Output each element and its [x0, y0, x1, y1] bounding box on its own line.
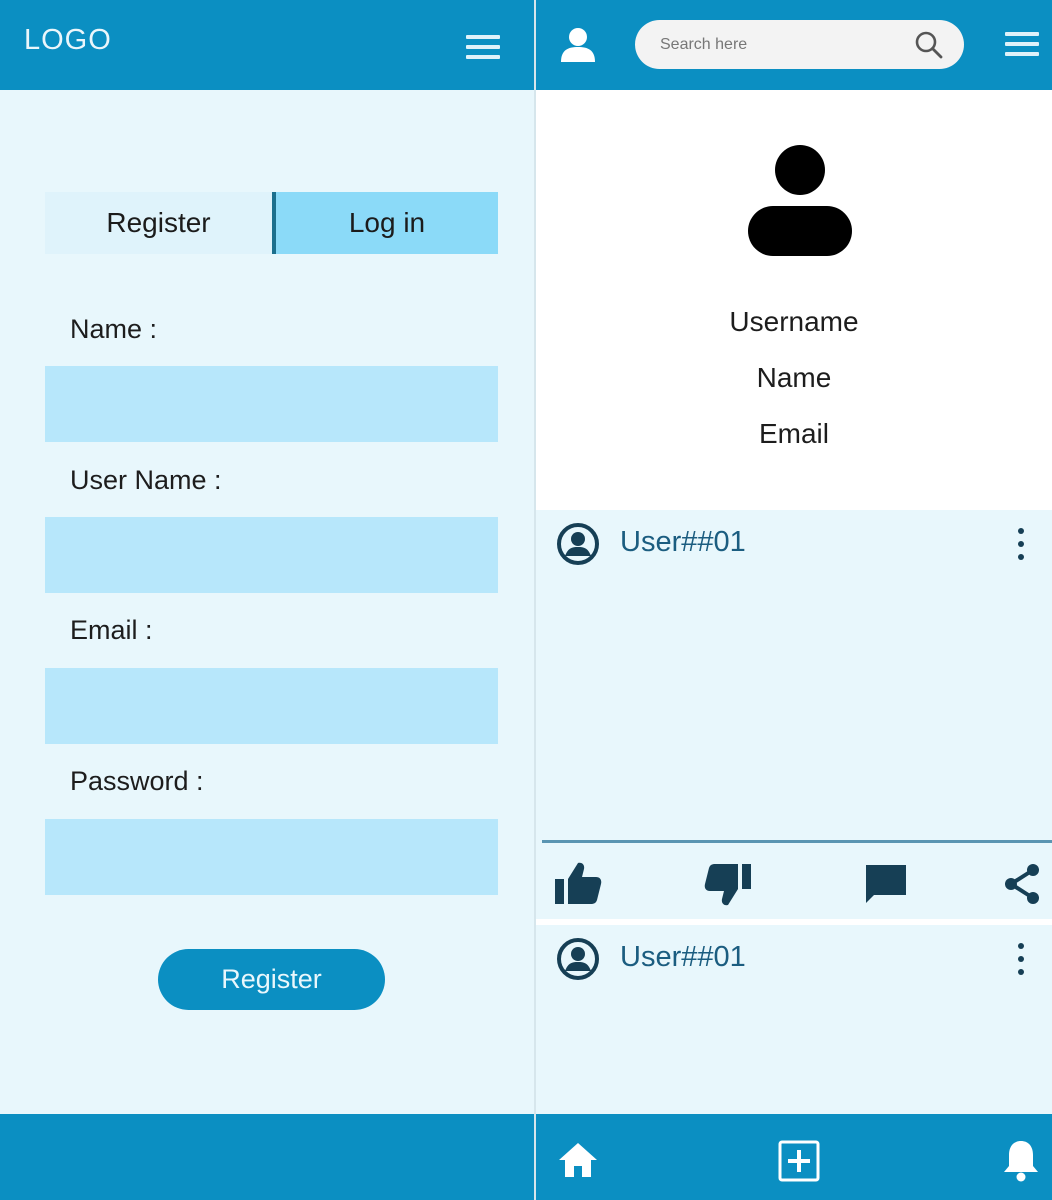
profile-screen: Username Name Email User##01 [536, 0, 1052, 1200]
post-username[interactable]: User##01 [620, 526, 746, 559]
post-header: User##01 [536, 510, 1052, 574]
user-avatar-icon[interactable] [556, 937, 600, 981]
bottom-bar [0, 1114, 534, 1200]
comment-icon[interactable] [864, 863, 908, 905]
top-bar [536, 0, 1052, 90]
register-screen: LOGO Register Log in Name : User Name : … [0, 0, 534, 1200]
tab-register[interactable]: Register [45, 192, 272, 254]
register-button[interactable]: Register [158, 949, 385, 1010]
search-icon[interactable] [914, 30, 944, 60]
profile-username: Username [729, 306, 859, 337]
post-username[interactable]: User##01 [620, 941, 746, 974]
post-card: User##01 [536, 510, 1052, 840]
profile-avatar-icon [748, 145, 852, 256]
user-avatar-icon[interactable] [556, 522, 600, 566]
email-label: Email : [70, 615, 153, 645]
tab-login[interactable]: Log in [272, 192, 498, 254]
profile-card: Username Name Email [536, 90, 1052, 510]
search-input[interactable] [660, 30, 900, 60]
share-icon[interactable] [1002, 863, 1042, 905]
more-options-icon[interactable] [1016, 941, 1026, 977]
auth-tabs: Register Log in [45, 192, 498, 254]
name-field[interactable] [45, 366, 498, 442]
username-field[interactable] [45, 517, 498, 593]
more-options-icon[interactable] [1016, 526, 1026, 562]
password-label: Password : [70, 766, 204, 796]
top-bar: LOGO [0, 0, 534, 90]
bottom-nav [536, 1114, 1052, 1200]
add-post-icon[interactable] [778, 1140, 820, 1182]
like-icon[interactable] [554, 861, 602, 905]
name-label: Name : [70, 314, 158, 344]
menu-icon[interactable] [1005, 30, 1039, 58]
search-bar [635, 20, 964, 69]
dislike-icon[interactable] [704, 863, 752, 907]
menu-icon[interactable] [466, 33, 500, 61]
profile-name: Name [756, 362, 832, 393]
post-header: User##01 [536, 925, 1052, 989]
password-field[interactable] [45, 819, 498, 895]
logo[interactable]: LOGO [24, 24, 112, 57]
user-icon[interactable] [560, 27, 596, 63]
post-actions [536, 843, 1052, 919]
username-label: User Name : [70, 465, 222, 495]
notifications-icon[interactable] [1002, 1138, 1040, 1182]
home-icon[interactable] [558, 1142, 598, 1178]
post-card: User##01 [536, 925, 1052, 1114]
email-field[interactable] [45, 668, 498, 744]
profile-email: Email [758, 418, 829, 449]
